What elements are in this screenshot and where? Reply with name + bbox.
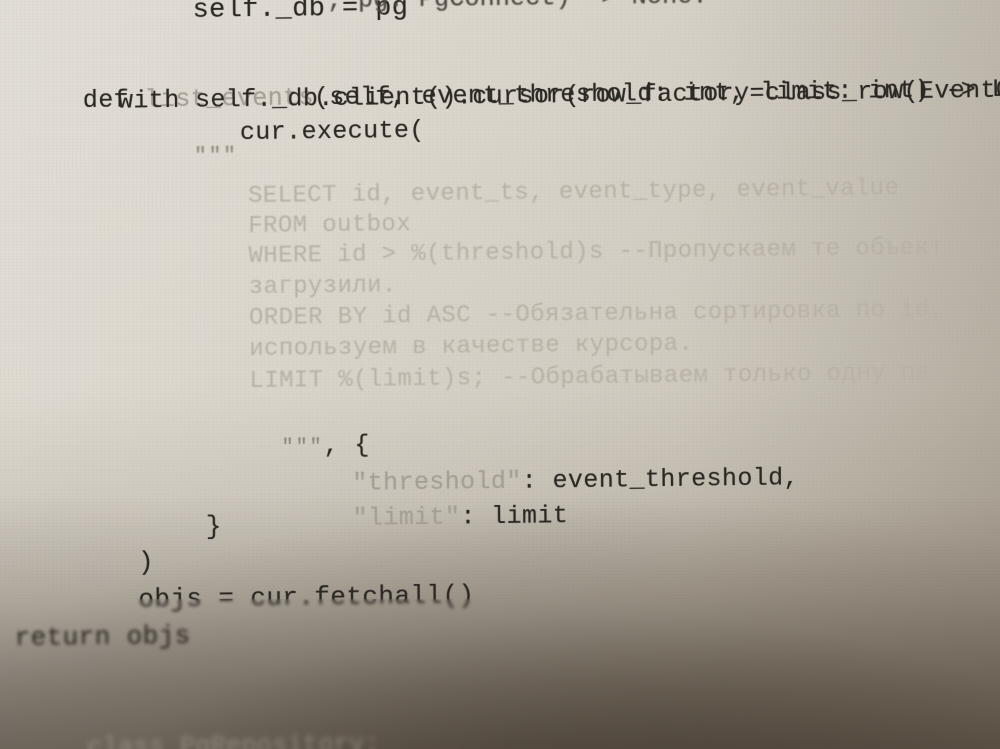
code-line-20-clipped: class PgRepository:	[87, 729, 381, 749]
code-line-1-right-fragment: , pg: PgConnect) -> None:	[328, 0, 708, 15]
code-line-7-sql-from: FROM outbox	[11, 211, 412, 243]
code-line-12-sql-limit: LIMIT %(limit)s; --Обрабатываем только о…	[12, 359, 931, 398]
code-line-19-return: return objs	[14, 620, 191, 653]
code-line-4: cur.execute(	[116, 115, 425, 149]
dict-value-limit: : limit	[460, 501, 569, 532]
code-line-17-close-paren: )	[9, 547, 155, 580]
code-line-9-sql-comment-continued: загрузили.	[11, 272, 397, 304]
code-line-11-sql-comment-continued: используем в качестве курсора.	[12, 330, 694, 366]
code-line-16-close-brace: }	[13, 511, 222, 544]
code-line-6-sql-select: SELECT id, event_ts, event_type, event_v…	[11, 175, 900, 213]
code-line-10-sql-order-by: ORDER BY id ASC --Обязательна сортировка…	[12, 296, 945, 335]
printed-page: self._db = pg , pg: PgConnect) -> None: …	[0, 0, 1000, 749]
code-photograph: self._db = pg , pg: PgConnect) -> None: …	[0, 0, 1000, 749]
code-line-5-triple-quote-open: """	[18, 145, 238, 171]
code-line-18-fetchall: objs = cur.fetchall()	[10, 580, 475, 617]
